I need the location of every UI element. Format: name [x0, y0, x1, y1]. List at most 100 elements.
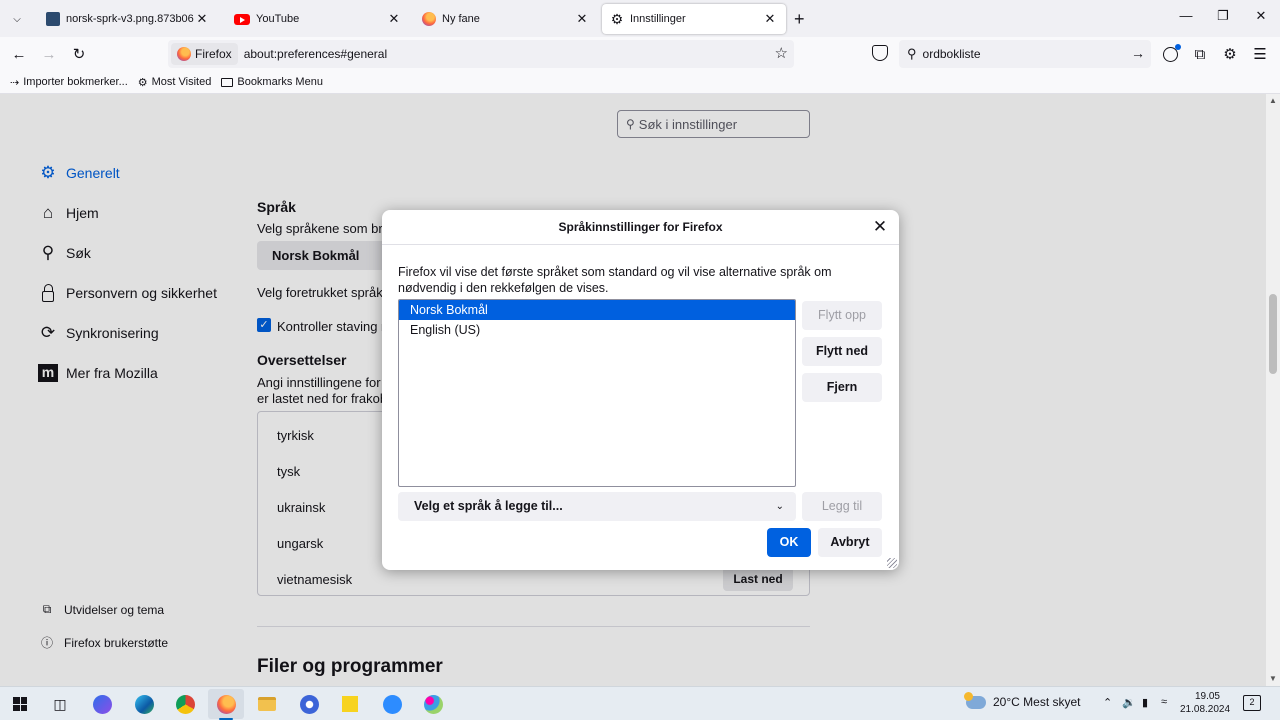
new-tab-button[interactable]: + [794, 9, 805, 30]
list-item[interactable]: English (US) [399, 320, 795, 340]
puzzle-icon: ⧉ [1194, 45, 1206, 63]
system-clock[interactable]: 19.05 21.08.2024 [1180, 690, 1231, 716]
move-up-button[interactable]: Flytt opp [802, 301, 882, 330]
settings-button[interactable]: ⚙ [1221, 45, 1239, 63]
taskbar-app-chrome[interactable] [173, 692, 197, 716]
close-icon[interactable]: ✕ [762, 11, 778, 27]
go-arrow-icon[interactable]: → [1131, 45, 1145, 61]
restore-button[interactable]: ❐ [1208, 8, 1238, 24]
bookmark-star-icon[interactable]: ☆ [775, 44, 788, 62]
search-bar[interactable]: ⚲ ordbokliste → [899, 40, 1151, 68]
search-value[interactable]: ordbokliste [923, 47, 981, 61]
taskbar-app-copilot[interactable] [90, 692, 114, 716]
forward-button[interactable]: → [38, 44, 60, 64]
bookmark-menu[interactable]: Bookmarks Menu [221, 76, 323, 88]
identity-box[interactable]: Firefox [171, 43, 238, 65]
taskbar-app-explorer[interactable] [255, 692, 279, 716]
arrow-right-icon: → [41, 45, 57, 63]
window-close-button[interactable]: ✕ [1246, 8, 1276, 24]
tab-title: norsk-sprk-v3.png.873b0683a81 [66, 13, 194, 25]
taskbar-app-firefox[interactable] [208, 689, 244, 719]
battery-icon[interactable]: ▮ [1142, 696, 1148, 709]
tab-youtube[interactable]: YouTube ✕ [226, 4, 410, 34]
firefox-icon [422, 12, 436, 26]
cancel-button[interactable]: Avbryt [818, 528, 882, 557]
extensions-button[interactable]: ⧉ [1191, 45, 1209, 63]
back-button[interactable]: ← [8, 44, 30, 64]
hamburger-menu-icon: ☰ [1253, 46, 1267, 63]
tab-title: YouTube [256, 13, 300, 25]
copilot-icon [92, 694, 112, 714]
tab-title: Innstillinger [630, 13, 686, 25]
tab-settings[interactable]: ⚙ Innstillinger ✕ [602, 4, 786, 34]
image-icon [46, 12, 60, 26]
url-bar[interactable]: Firefox about:preferences#general ☆ [168, 40, 794, 68]
taskbar-app-paint[interactable] [421, 692, 445, 716]
minimize-button[interactable]: — [1171, 8, 1201, 23]
notifications-button[interactable]: 2 [1243, 695, 1261, 711]
start-button[interactable] [8, 692, 32, 716]
dialog-divider [382, 244, 899, 245]
list-item[interactable]: Norsk Bokmål [399, 300, 795, 320]
import-icon: ⇢ [10, 76, 20, 89]
add-button[interactable]: Legg til [802, 492, 882, 521]
paint-icon [423, 694, 443, 714]
add-language-select[interactable]: Velg et språk å legge til... ⌄ [398, 492, 796, 521]
taskbar-app-zoom[interactable] [380, 692, 404, 716]
chevron-down-icon: ⌵ [13, 13, 21, 25]
scroll-up-icon[interactable]: ▲ [1269, 96, 1277, 105]
app-menu-button[interactable]: ☰ [1251, 45, 1269, 63]
bookmark-label: Bookmarks Menu [237, 76, 323, 88]
scrollbar-thumb[interactable] [1269, 294, 1277, 374]
close-icon[interactable]: ✕ [574, 11, 590, 27]
volume-icon[interactable]: 🔉 [1122, 696, 1136, 709]
youtube-icon [234, 13, 250, 25]
wifi-icon[interactable]: ≈ [1161, 696, 1167, 708]
page-scrollbar[interactable]: ▲ ▼ [1266, 94, 1280, 686]
weather-text: 20°C Mest skyet [993, 695, 1081, 709]
select-label: Velg et språk å legge til... [414, 499, 563, 513]
reload-button[interactable]: ↻ [68, 44, 90, 64]
language-list[interactable]: Norsk Bokmål English (US) [398, 299, 796, 487]
bookmark-most-visited[interactable]: ⚙ Most Visited [138, 76, 212, 89]
bookmark-label: Most Visited [151, 76, 212, 88]
remove-button[interactable]: Fjern [802, 373, 882, 402]
gear-icon: ⚙ [1223, 46, 1237, 63]
ok-button[interactable]: OK [767, 528, 811, 557]
bookmark-import[interactable]: ⇢ Importer bokmerker... [10, 76, 128, 89]
dialog-description: Firefox vil vise det første språket som … [398, 265, 832, 295]
cloud-sun-icon [964, 691, 986, 709]
close-icon[interactable]: ✕ [194, 11, 210, 27]
move-down-button[interactable]: Flytt ned [802, 337, 882, 366]
windows-logo-icon [13, 697, 27, 711]
clock-date: 21.08.2024 [1180, 704, 1231, 715]
firefox-icon [177, 47, 191, 61]
arrow-left-icon: ← [11, 45, 27, 63]
taskbar-app-edge[interactable] [132, 692, 156, 716]
identity-label: Firefox [195, 47, 232, 61]
zoom-icon [382, 694, 402, 714]
list-all-tabs-button[interactable]: ⌵ [6, 8, 28, 30]
tab-image[interactable]: norsk-sprk-v3.png.873b0683a81 ✕ [38, 4, 218, 34]
pocket-icon[interactable] [872, 45, 888, 61]
task-view-icon: ◫ [53, 695, 67, 712]
close-icon[interactable]: ✕ [386, 11, 402, 27]
reload-icon: ↻ [72, 46, 86, 63]
url-text[interactable]: about:preferences#general [244, 47, 387, 61]
gear-icon: ⚙ [137, 76, 148, 89]
close-icon[interactable]: ✕ [871, 218, 889, 236]
tab-new[interactable]: Ny fane ✕ [414, 4, 598, 34]
clock-time: 19.05 [1194, 691, 1220, 702]
weather-widget[interactable]: 20°C Mest skyet [964, 691, 1081, 709]
scroll-down-icon[interactable]: ▼ [1269, 674, 1277, 683]
notification-count: 2 [1249, 697, 1255, 707]
task-view-button[interactable]: ◫ [48, 692, 72, 716]
taskbar-app-settings[interactable] [297, 692, 321, 716]
sticky-notes-icon [342, 696, 358, 712]
chevron-up-icon[interactable]: ⌃ [1103, 696, 1112, 709]
account-button[interactable] [1161, 43, 1181, 63]
taskbar-app-sticky-notes[interactable] [338, 692, 362, 716]
resize-grip[interactable] [887, 558, 897, 568]
gear-icon: ⚙ [610, 11, 624, 27]
gear-app-icon [299, 694, 319, 714]
